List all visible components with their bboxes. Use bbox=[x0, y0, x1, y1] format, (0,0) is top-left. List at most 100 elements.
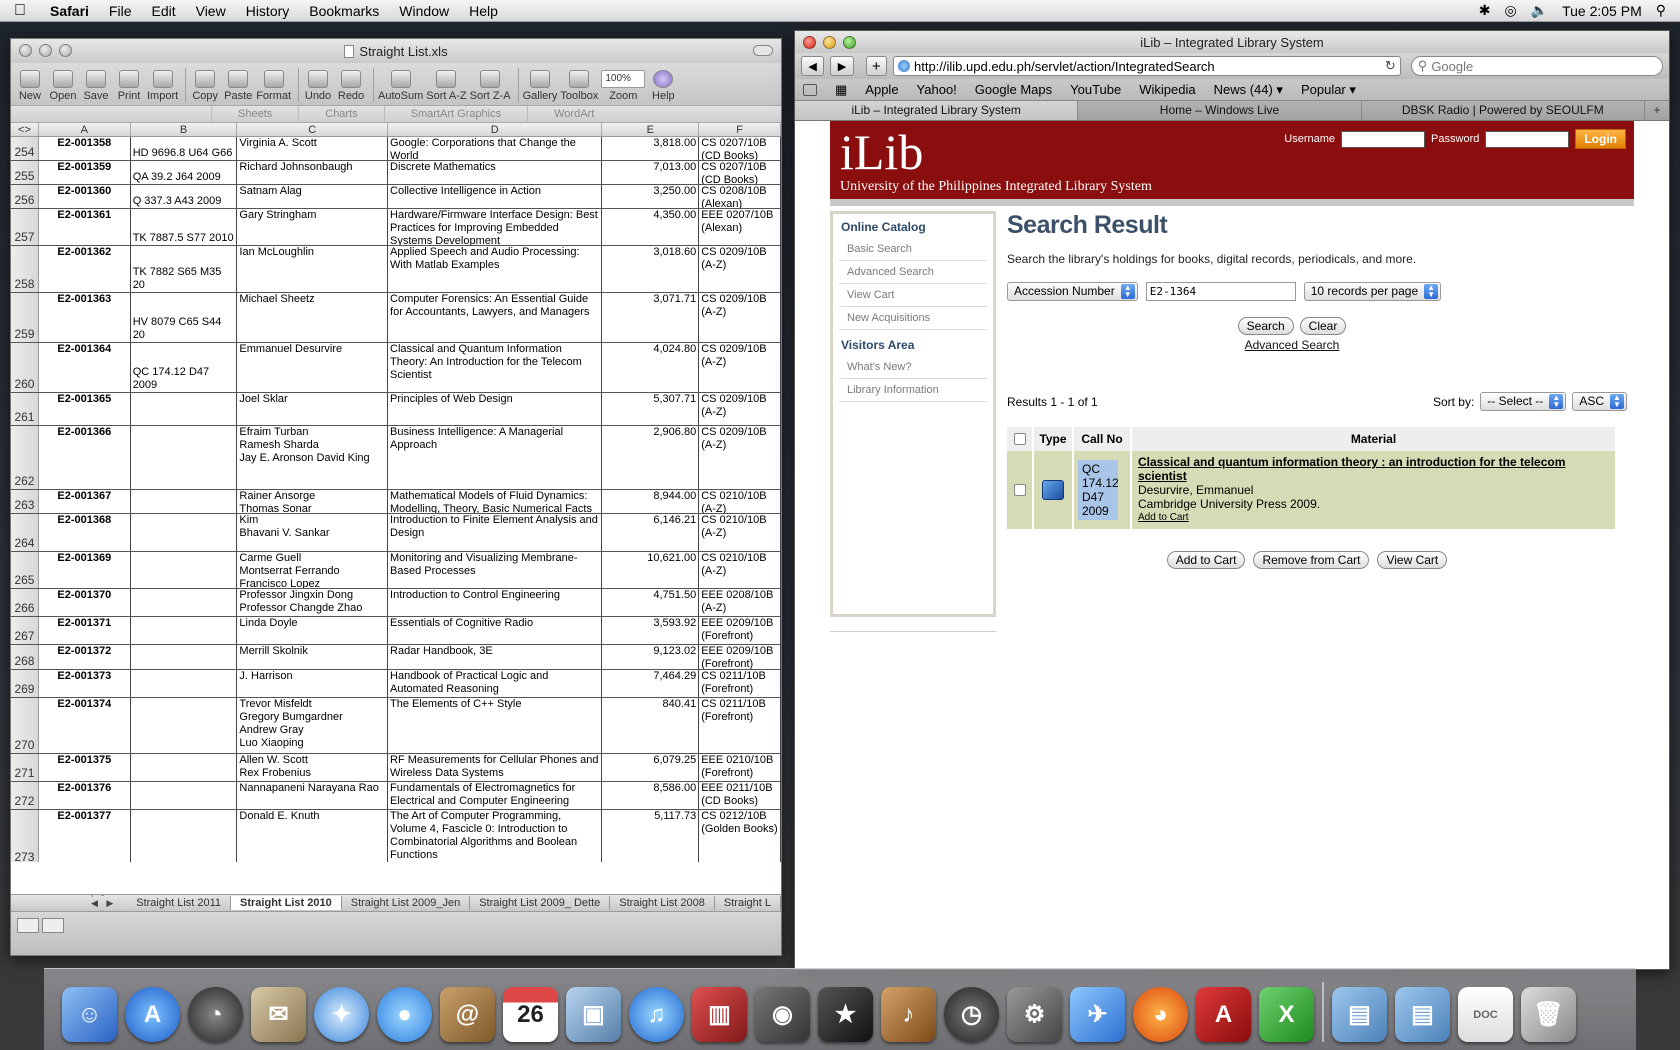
cell-location[interactable]: CS 0210/10B (A-Z) bbox=[699, 552, 781, 588]
menu-bookmarks[interactable]: Bookmarks bbox=[299, 3, 389, 19]
remove-from-cart-button[interactable]: Remove from Cart bbox=[1253, 551, 1370, 569]
cell-call-number[interactable]: Q 337.3 A43 2009 bbox=[131, 185, 238, 208]
cell-title[interactable]: The Elements of C++ Style bbox=[388, 698, 603, 753]
cell-title[interactable]: Computer Forensics: An Essential Guide f… bbox=[388, 293, 603, 342]
cell-title[interactable]: Discrete Mathematics bbox=[388, 161, 603, 184]
safari-titlebar[interactable]: iLib – Integrated Library System bbox=[795, 31, 1669, 53]
minimize-button[interactable] bbox=[39, 44, 52, 57]
column-header-f[interactable]: F bbox=[699, 123, 781, 136]
cell-price[interactable]: 9,123.02 bbox=[602, 645, 700, 669]
cell-location[interactable]: CS 0208/10B (Alexan) bbox=[699, 185, 781, 208]
bookmark-google-maps[interactable]: Google Maps bbox=[975, 82, 1052, 97]
sheet-tab-active[interactable]: Straight List 2010 bbox=[231, 896, 342, 910]
ribbon-tab-charts[interactable]: Charts bbox=[298, 106, 383, 122]
cell-location[interactable]: CS 0211/10B (Forefront) bbox=[699, 670, 781, 697]
cell-author[interactable]: Professor Jingxin Dong Professor Changde… bbox=[237, 589, 389, 616]
app-store-icon[interactable]: A bbox=[125, 987, 180, 1042]
cell-call-number[interactable]: TK 7882 S65 M35 20 bbox=[131, 246, 238, 292]
cell-price[interactable]: 6,146.21 bbox=[602, 514, 700, 551]
cell-author[interactable]: Efraim Turban Ramesh Sharda Jay E. Arons… bbox=[237, 426, 389, 489]
cell-accession[interactable]: E2-001363 bbox=[39, 293, 131, 342]
toolbar-toggle-button[interactable] bbox=[753, 45, 773, 56]
tab-windows-live[interactable]: Home – Windows Live bbox=[1078, 101, 1362, 120]
row-number[interactable]: 268 bbox=[11, 645, 39, 669]
row-number[interactable]: 254 bbox=[11, 137, 39, 160]
reload-icon[interactable]: ↻ bbox=[1385, 58, 1396, 74]
spotlight-icon[interactable]: ⚲ bbox=[1656, 2, 1666, 19]
cell-title[interactable]: Collective Intelligence in Action bbox=[388, 185, 603, 208]
cell-author[interactable]: Joel Sklar bbox=[237, 393, 389, 425]
search-field-select[interactable]: Accession Number ▲ ▼ bbox=[1007, 282, 1138, 301]
zoom-control[interactable]: 100% Zoom bbox=[601, 70, 646, 102]
paste-button[interactable]: Paste bbox=[223, 70, 253, 102]
cell-author[interactable]: Richard Johnsonbaugh bbox=[237, 161, 389, 184]
cell-call-number[interactable] bbox=[131, 698, 238, 753]
imovie-icon[interactable]: ★ bbox=[818, 987, 873, 1042]
sort-az-button[interactable]: Sort A-Z bbox=[426, 70, 467, 102]
cell-title[interactable]: Radar Handbook, 3E bbox=[388, 645, 603, 669]
cell-price[interactable]: 7,464.29 bbox=[602, 670, 700, 697]
documents-folder-icon[interactable]: ▤ bbox=[1395, 987, 1450, 1042]
print-button[interactable]: Print bbox=[114, 70, 144, 102]
cell-title[interactable]: RF Measurements for Cellular Phones and … bbox=[388, 754, 603, 781]
cell-accession[interactable]: E2-001372 bbox=[39, 645, 131, 669]
cell-call-number[interactable] bbox=[131, 810, 238, 862]
address-book-icon[interactable]: @ bbox=[440, 987, 495, 1042]
row-number[interactable]: 262 bbox=[11, 426, 39, 489]
safari-icon[interactable]: ✦ bbox=[314, 987, 369, 1042]
cell-author[interactable]: Carme Guell Montserrat Ferrando Francisc… bbox=[237, 552, 389, 588]
cell-accession[interactable]: E2-001370 bbox=[39, 589, 131, 616]
add-bookmark-button[interactable]: + bbox=[865, 56, 887, 76]
sheet-tab[interactable]: Straight List 2009_ Dette bbox=[470, 896, 611, 910]
add-to-cart-button[interactable]: Add to Cart bbox=[1166, 551, 1246, 569]
row-number[interactable]: 258 bbox=[11, 246, 39, 292]
bookmark-yahoo[interactable]: Yahoo! bbox=[917, 82, 957, 97]
cell-location[interactable]: CS 0209/10B (A-Z) bbox=[699, 426, 781, 489]
cell-author[interactable]: J. Harrison bbox=[237, 670, 389, 697]
cell-author[interactable]: Satnam Alag bbox=[237, 185, 389, 208]
column-header-e[interactable]: E bbox=[602, 123, 700, 136]
apple-menu-icon[interactable]:  bbox=[0, 2, 40, 20]
row-number[interactable]: 255 bbox=[11, 161, 39, 184]
search-field[interactable]: ⚲ Google bbox=[1410, 56, 1664, 76]
cell-call-number[interactable]: HV 8079 C65 S44 20 bbox=[131, 293, 238, 342]
cell-location[interactable]: EEE 0207/10B (Alexan) bbox=[699, 209, 781, 245]
menu-app-name[interactable]: Safari bbox=[40, 3, 99, 19]
clear-button[interactable]: Clear bbox=[1299, 317, 1347, 335]
menu-history[interactable]: History bbox=[236, 3, 300, 19]
row-checkbox[interactable] bbox=[1013, 484, 1026, 496]
row-number[interactable]: 267 bbox=[11, 617, 39, 644]
login-button[interactable]: Login bbox=[1575, 129, 1626, 149]
cell-author[interactable]: Merrill Skolnik bbox=[237, 645, 389, 669]
zoom-button[interactable] bbox=[843, 36, 856, 49]
bookmark-news[interactable]: News (44) ▾ bbox=[1214, 82, 1283, 98]
column-header-b[interactable]: B bbox=[131, 123, 238, 136]
redo-button[interactable]: Redo bbox=[336, 70, 366, 102]
search-button[interactable]: Search bbox=[1237, 317, 1294, 335]
column-header-c[interactable]: C bbox=[237, 123, 389, 136]
trash-icon[interactable]: 🗑 bbox=[1521, 987, 1576, 1042]
cell-call-number[interactable] bbox=[131, 670, 238, 697]
garageband-icon[interactable]: ♪ bbox=[881, 987, 936, 1042]
cell-location[interactable]: EEE 0209/10B (Forefront) bbox=[699, 645, 781, 669]
cell-accession[interactable]: E2-001374 bbox=[39, 698, 131, 753]
password-input[interactable] bbox=[1485, 130, 1570, 148]
cell-location[interactable]: CS 0209/10B (A-Z) bbox=[699, 246, 781, 292]
cell-location[interactable]: CS 0207/10B (CD Books) bbox=[699, 161, 781, 184]
time-machine-icon[interactable]: ◷ bbox=[944, 987, 999, 1042]
cell-location[interactable]: EEE 0211/10B (CD Books) bbox=[699, 782, 781, 809]
cell-call-number[interactable]: QA 39.2 J64 2009 bbox=[131, 161, 238, 184]
cell-author[interactable]: Donald E. Knuth bbox=[237, 810, 389, 862]
undo-button[interactable]: Undo bbox=[303, 70, 333, 102]
cell-price[interactable]: 6,079.25 bbox=[602, 754, 700, 781]
acrobat-icon[interactable]: A bbox=[1196, 987, 1251, 1042]
records-per-page-select[interactable]: 10 records per page ▲ ▼ bbox=[1303, 282, 1442, 301]
forward-button[interactable]: ▶ bbox=[830, 56, 854, 76]
save-button[interactable]: Save bbox=[81, 70, 111, 102]
cell-title[interactable]: Principles of Web Design bbox=[388, 393, 603, 425]
cell-author[interactable]: Ian McLoughlin bbox=[237, 246, 389, 292]
excel-icon[interactable]: X bbox=[1259, 987, 1314, 1042]
zoom-input[interactable]: 100% bbox=[601, 70, 646, 88]
applications-folder-icon[interactable]: ▤ bbox=[1332, 987, 1387, 1042]
back-button[interactable]: ◀ bbox=[801, 56, 825, 76]
